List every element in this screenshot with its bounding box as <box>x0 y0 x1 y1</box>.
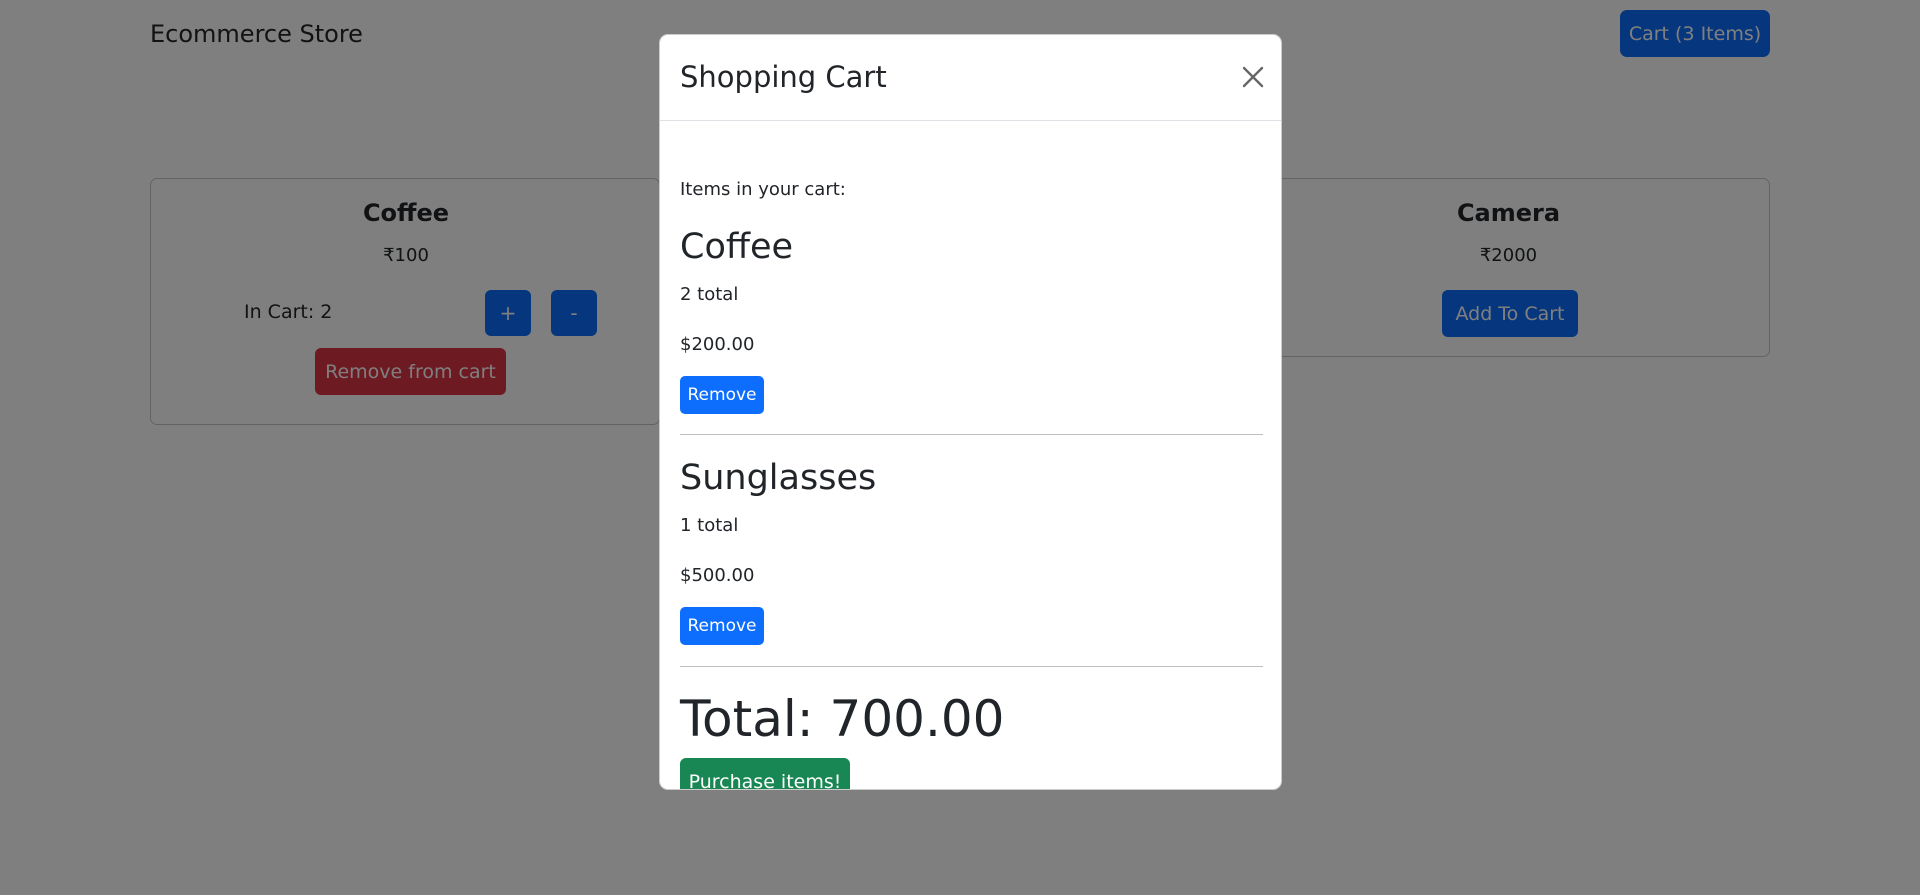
close-icon[interactable] <box>1238 62 1268 92</box>
cart-item-price: $500.00 <box>680 565 755 586</box>
page: Ecommerce Store Cart (3 Items) Coffee ₹1… <box>0 0 1920 895</box>
cart-item-remove-button[interactable]: Remove <box>680 376 764 414</box>
cart-item-quantity: 1 total <box>680 515 739 536</box>
divider <box>680 434 1263 435</box>
cart-total: Total: 700.00 <box>680 690 1005 748</box>
modal-title: Shopping Cart <box>680 60 887 94</box>
shopping-cart-modal: Shopping Cart Items in your cart: Coffee… <box>659 34 1282 790</box>
divider <box>680 666 1263 667</box>
purchase-button[interactable]: Purchase items! <box>680 758 850 789</box>
items-intro: Items in your cart: <box>680 179 846 200</box>
cart-item-name: Sunglasses <box>680 458 877 498</box>
cart-item-name: Coffee <box>680 227 794 267</box>
modal-header: Shopping Cart <box>660 35 1281 121</box>
cart-item-remove-button[interactable]: Remove <box>680 607 764 645</box>
close-icon-graphic <box>1242 66 1264 88</box>
cart-item-quantity: 2 total <box>680 284 739 305</box>
cart-item-price: $200.00 <box>680 334 755 355</box>
